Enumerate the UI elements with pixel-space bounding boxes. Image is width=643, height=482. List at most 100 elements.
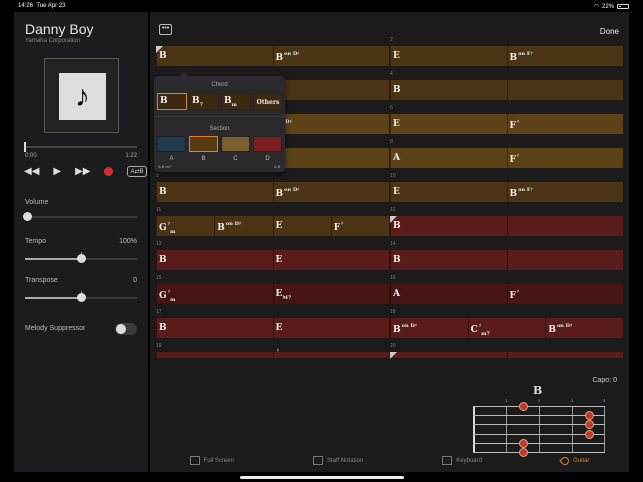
measure[interactable]: 8 A F♯ <box>390 139 624 168</box>
beat-cell[interactable] <box>156 352 273 358</box>
chord-chip-bm[interactable]: Bm <box>221 93 251 110</box>
done-button[interactable]: Done <box>600 27 619 36</box>
beat-cell[interactable]: on D♯ <box>272 114 390 134</box>
guitar-chord-diagram: B 1 2 3 4 <box>471 384 605 457</box>
measure[interactable]: 19 ♯ <box>156 343 390 358</box>
beat-cell[interactable]: F♯ <box>272 148 390 168</box>
tempo-slider[interactable] <box>25 252 137 263</box>
progress-bar[interactable] <box>24 142 137 152</box>
chord-chip-b[interactable]: B <box>157 93 187 110</box>
beat-cell[interactable]: ♯ <box>272 348 390 358</box>
measure[interactable]: 6 E F♯ <box>390 105 624 134</box>
beat-cell[interactable]: G♯m <box>156 216 214 236</box>
beat-cell[interactable] <box>506 352 624 358</box>
beat-cell[interactable]: F♯ <box>506 148 624 168</box>
beat-cell[interactable]: B <box>390 80 507 100</box>
measure[interactable]: 15 G♯m EM7 <box>156 275 390 304</box>
measure[interactable]: 13 B E <box>156 241 390 270</box>
section-swatch-b[interactable] <box>189 136 218 152</box>
section-swatch-d[interactable] <box>253 136 282 152</box>
measure[interactable]: 20 <box>390 343 624 359</box>
tab-staff-notation[interactable]: Staff Notation <box>312 456 363 465</box>
melody-suppressor-toggle[interactable] <box>115 323 137 335</box>
beat-cell[interactable]: E <box>390 46 507 66</box>
string <box>473 443 605 444</box>
measure[interactable]: 2 E Bon F♯ <box>390 37 624 66</box>
home-indicator[interactable] <box>240 476 404 479</box>
chord-chip-b7[interactable]: B7 <box>189 93 219 110</box>
chord-symbol: E <box>393 51 400 61</box>
tempo-knob[interactable] <box>77 254 86 263</box>
beat-cell[interactable]: E <box>390 114 507 134</box>
beat-cell[interactable]: F♯ <box>506 114 624 134</box>
beat-cell[interactable]: B <box>390 216 507 236</box>
measure[interactable]: 16 A F♯ <box>390 275 624 304</box>
ab-repeat-button[interactable]: A⇄B <box>127 166 147 177</box>
beat-cell[interactable] <box>506 250 624 270</box>
beat-cell[interactable]: Bon D♯ <box>214 216 272 236</box>
battery-icon <box>617 4 629 9</box>
chord-symbol: F♯ <box>509 289 520 301</box>
beat-cell[interactable]: F♯ <box>506 284 624 304</box>
measure[interactable]: 9 B Bon D♯ <box>156 173 390 202</box>
measure[interactable]: 4B <box>390 71 624 100</box>
beat-cell[interactable]: Bon D♯ <box>272 182 390 202</box>
measure[interactable]: 12 B <box>390 207 624 236</box>
beat-cell[interactable]: C♯m7 <box>467 318 546 338</box>
tab-guitar[interactable]: Guitar <box>559 454 589 467</box>
finger-dot <box>585 420 594 429</box>
fast-forward-icon[interactable]: ▶▶ <box>75 166 90 177</box>
volume-knob[interactable] <box>23 212 32 221</box>
beat-cell[interactable]: EM7 <box>272 284 390 304</box>
beat-cell[interactable]: B <box>156 318 273 338</box>
beat-cell[interactable] <box>506 80 624 100</box>
chord-symbol: F♯ <box>509 153 520 165</box>
record-icon[interactable] <box>104 167 114 176</box>
beat-cell[interactable]: B <box>156 250 273 270</box>
measure[interactable]: 14 B <box>390 241 624 270</box>
beat-cell[interactable]: A <box>390 284 507 304</box>
transpose-knob[interactable] <box>77 293 86 302</box>
fret-number: 1 <box>505 398 508 403</box>
rewind-icon[interactable]: ◀◀ <box>24 166 39 177</box>
beat-cell[interactable]: Bon D♯ <box>272 46 390 66</box>
measure[interactable]: 11 G♯m Bon D♯ E F♯ <box>156 207 389 236</box>
chord-symbol: Bon D♯ <box>393 323 418 335</box>
volume-slider[interactable] <box>23 212 137 221</box>
beat-cell[interactable] <box>506 216 624 236</box>
measure[interactable]: 17 B E <box>156 309 390 338</box>
beat-cell[interactable]: E <box>272 318 390 338</box>
beat-cell[interactable]: Bon D♯ <box>390 318 468 338</box>
beat-cell[interactable]: Bon D♯ <box>545 318 623 338</box>
beat-cell[interactable]: E <box>272 250 390 270</box>
beat-cell[interactable]: B <box>156 182 273 202</box>
popup-divider <box>154 116 285 117</box>
more-button[interactable]: ••• <box>159 24 172 35</box>
chord-symbol: ♯ <box>276 348 279 354</box>
beat-cell[interactable]: Bon F♯ <box>506 46 624 66</box>
tab-keyboard[interactable]: Keyboard <box>442 456 482 465</box>
beat-cell[interactable]: A <box>390 148 507 168</box>
beat-cell[interactable]: Bon F♯ <box>506 182 624 202</box>
measure[interactable]: 10 E Bon F♯ <box>390 173 624 202</box>
measure-number: 8 <box>390 139 393 145</box>
play-icon[interactable]: ▶ <box>53 166 61 177</box>
tab-full-screen[interactable]: Full Screen <box>189 456 234 465</box>
chord-chip-others[interactable]: Others <box>253 93 283 110</box>
progress-knob[interactable] <box>24 142 26 152</box>
beat-cell[interactable]: E <box>272 216 331 236</box>
beat-cell[interactable]: G♯m <box>156 284 273 304</box>
measure[interactable]: 18 Bon D♯ C♯m7 Bon D♯ <box>390 309 623 338</box>
beat-cell[interactable]: B <box>390 250 507 270</box>
beat-cell[interactable]: F♯ <box>330 216 389 236</box>
tempo-label: Tempo <box>25 238 47 245</box>
beat-cell[interactable] <box>390 352 507 358</box>
tempo-fill <box>25 258 81 260</box>
beat-cell[interactable]: B <box>156 46 273 66</box>
beat-cell[interactable]: F♯ <box>272 80 390 100</box>
section-swatch-a[interactable] <box>157 136 186 152</box>
beat-cell[interactable]: E <box>390 182 507 202</box>
measure[interactable]: B Bon D♯ <box>156 46 389 66</box>
section-swatch-c[interactable] <box>221 136 250 152</box>
transpose-slider[interactable] <box>25 291 137 302</box>
